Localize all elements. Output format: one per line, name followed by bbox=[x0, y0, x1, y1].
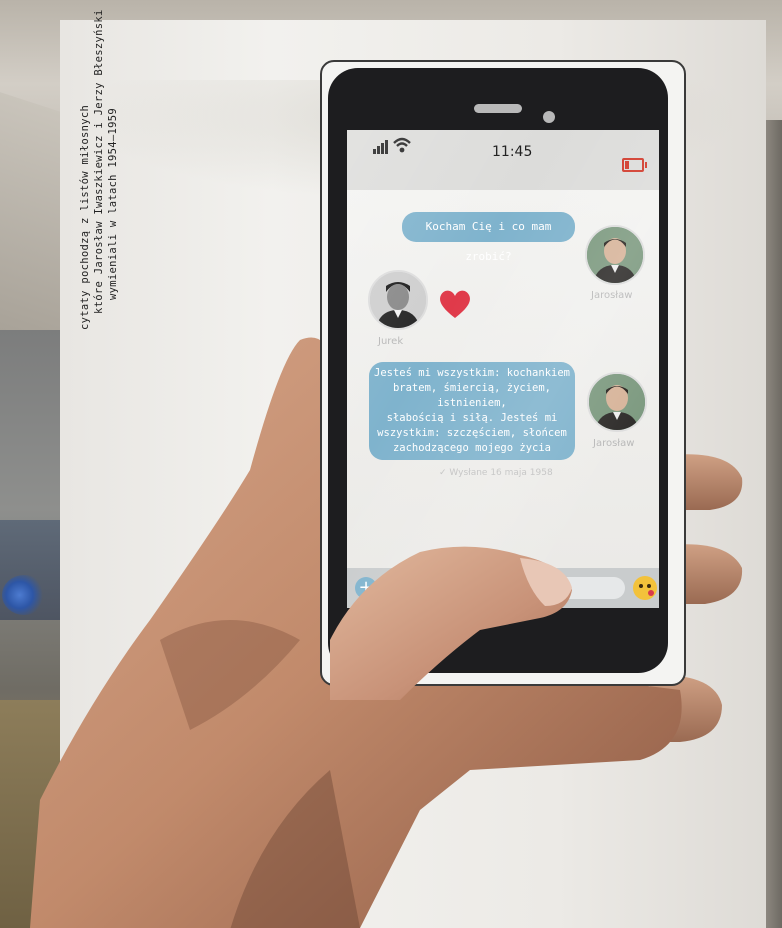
painted-thumb bbox=[330, 546, 572, 700]
